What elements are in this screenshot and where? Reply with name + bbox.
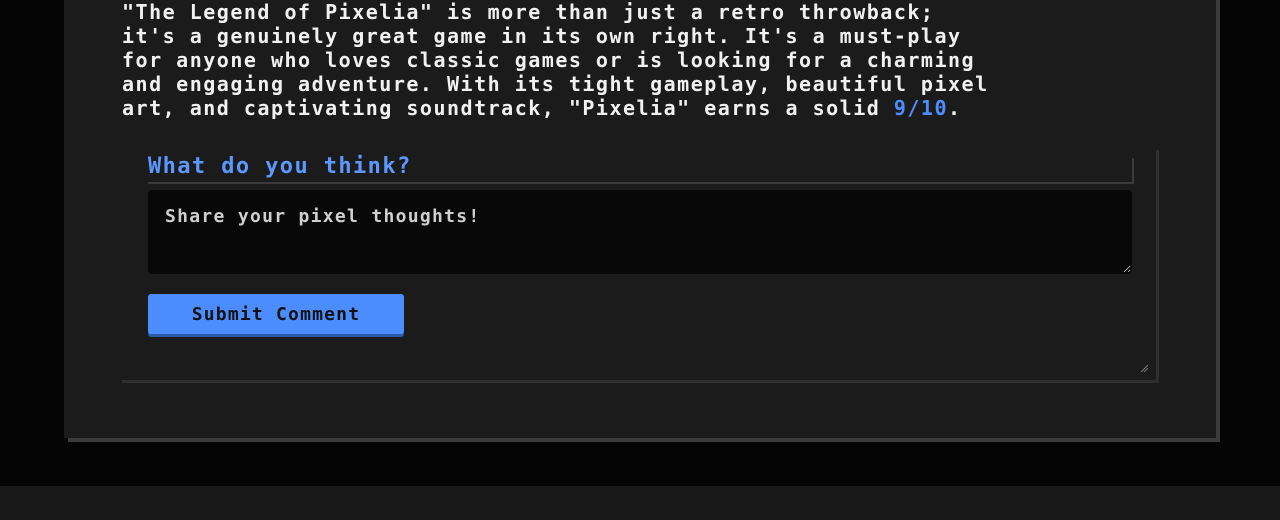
review-card: "The Legend of Pixelia" is more than jus…	[64, 0, 1216, 438]
comment-section: What do you think? Submit Comment	[122, 150, 1159, 383]
review-text-after-score: .	[948, 96, 962, 120]
comment-heading: What do you think?	[148, 156, 1134, 184]
review-score: 9/10	[893, 96, 949, 120]
footer-band	[0, 486, 1280, 520]
resize-grip-icon[interactable]	[1138, 362, 1148, 372]
review-conclusion: "The Legend of Pixelia" is more than jus…	[122, 0, 1162, 120]
review-text-before-score: "The Legend of Pixelia" is more than jus…	[122, 0, 989, 120]
comment-input[interactable]	[148, 190, 1132, 274]
submit-comment-button[interactable]: Submit Comment	[148, 294, 404, 334]
page: "The Legend of Pixelia" is more than jus…	[0, 0, 1280, 520]
